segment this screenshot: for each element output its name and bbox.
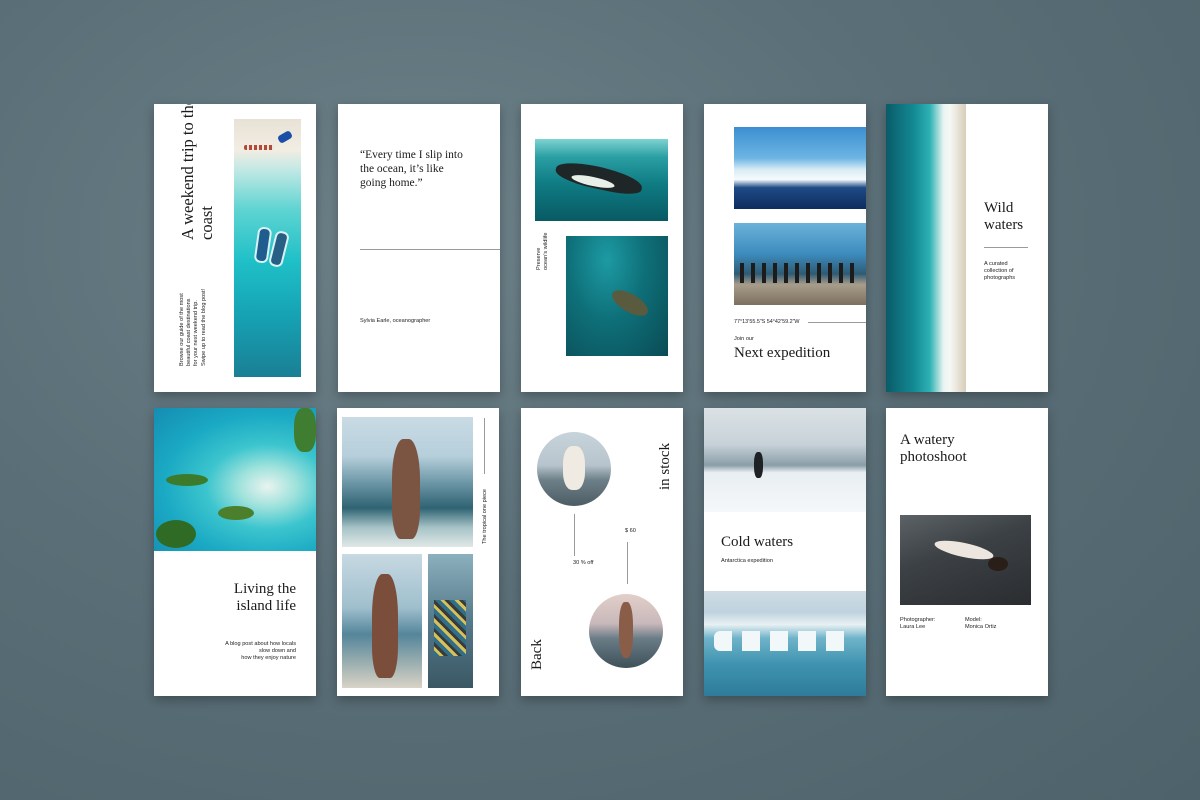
wild-waters-rule [984, 247, 1028, 248]
swimsuit-pattern [434, 600, 466, 656]
discount-rule [574, 514, 575, 556]
page-background: { "cards": { "weekend": { "title": "A we… [0, 0, 1200, 800]
antarctic-kayak-photo [704, 591, 866, 696]
card-tropical[interactable]: The tropical one piece [337, 408, 499, 696]
model-hair [988, 557, 1008, 571]
card-expedition[interactable]: 77°13’55.5”S 54°42’59.2”W Join our Next … [704, 104, 866, 392]
cold-waters-subtitle: Antarctica expedition [721, 558, 773, 564]
model-lying [933, 536, 995, 564]
price-rule [627, 542, 628, 584]
islet-3 [156, 520, 196, 548]
coordinates-text: 77°13’55.5”S 54°42’59.2”W [734, 319, 800, 325]
card-quote[interactable]: “Every time I slip into the ocean, it’s … [338, 104, 500, 392]
model-standing [619, 602, 633, 658]
tropical-rule [484, 418, 485, 474]
card-island-life[interactable]: Living the island life A blog post about… [154, 408, 316, 696]
swimsuit-back-photo [342, 417, 473, 547]
discount-text: 30 % off [573, 560, 594, 566]
penguin-colony-photo [734, 223, 866, 305]
next-expedition-title: Next expedition [734, 345, 831, 361]
islet-1 [166, 474, 208, 486]
people-cluster [244, 145, 274, 150]
watery-photoshoot-title: A watery photoshoot [900, 432, 967, 465]
model-standing-circle-photo [589, 594, 663, 668]
cold-waters-title: Cold waters [721, 534, 794, 550]
model-figure-2 [372, 574, 398, 678]
boat [276, 130, 294, 144]
model-sitting-circle-photo [537, 432, 611, 506]
turtle-shell [608, 285, 652, 321]
coordinates-rule [808, 322, 866, 323]
island-aerial-photo [154, 408, 316, 551]
island-life-description: A blog post about how locals slow down a… [225, 641, 296, 662]
quote-divider [360, 249, 500, 250]
sea-turtle-photo [566, 236, 668, 356]
model-figure [392, 439, 420, 539]
preserve-text: Preserve ocean’s wildlife [536, 232, 550, 270]
island-life-title: Living the island life [233, 581, 296, 614]
back-text: Back [529, 639, 545, 670]
islet-4 [294, 408, 316, 452]
price-text: $ 60 [625, 528, 636, 534]
model-block: Model: Monica Ortiz [965, 617, 997, 631]
tropical-caption: The tropical one piece [482, 488, 488, 544]
icebergs-photo [734, 127, 866, 209]
weekend-trip-title: A weekend trip to the coast [178, 104, 216, 240]
ice-floes [714, 631, 854, 651]
aerial-beach-photo [234, 119, 301, 377]
swimsuit-front-photo [428, 554, 473, 688]
card-weekend-trip[interactable]: A weekend trip to the coast Browse our g… [154, 104, 316, 392]
model-sitting [563, 446, 585, 490]
swimsuit-drinking-photo [342, 554, 422, 688]
quote-author: Sylvia Earle, oceanographer [360, 318, 431, 324]
card-wild-waters[interactable]: Wild waters A curated collection of phot… [886, 104, 1048, 392]
model-in-water-photo [900, 515, 1031, 605]
weekend-trip-description: Browse our guide of the most beautiful c… [179, 288, 207, 366]
card-back-in-stock[interactable]: in stock Back 30 % off $ 60 [521, 408, 683, 696]
penguin-underwater-photo [535, 139, 668, 221]
join-our-text: Join our [734, 336, 754, 342]
photographer-block: Photographer: Laura Lee [900, 617, 936, 631]
card-watery-photoshoot[interactable]: A watery photoshoot Photographer: Laura … [886, 408, 1048, 696]
wild-waters-title: Wild waters [984, 200, 1024, 233]
penguin-standing [754, 452, 763, 478]
quote-text: “Every time I slip into the ocean, it’s … [360, 149, 463, 189]
card-preserve[interactable]: Preserve ocean’s wildlife [521, 104, 683, 392]
card-cold-waters[interactable]: Cold waters Antarctica expedition [704, 408, 866, 696]
islet-2 [218, 506, 254, 520]
in-stock-text: in stock [657, 442, 673, 490]
penguins-row [740, 263, 860, 283]
wild-waters-description: A curated collection of photographs [984, 261, 1016, 282]
waves-aerial-photo [886, 104, 966, 392]
penguin-on-ice-photo [704, 408, 866, 512]
